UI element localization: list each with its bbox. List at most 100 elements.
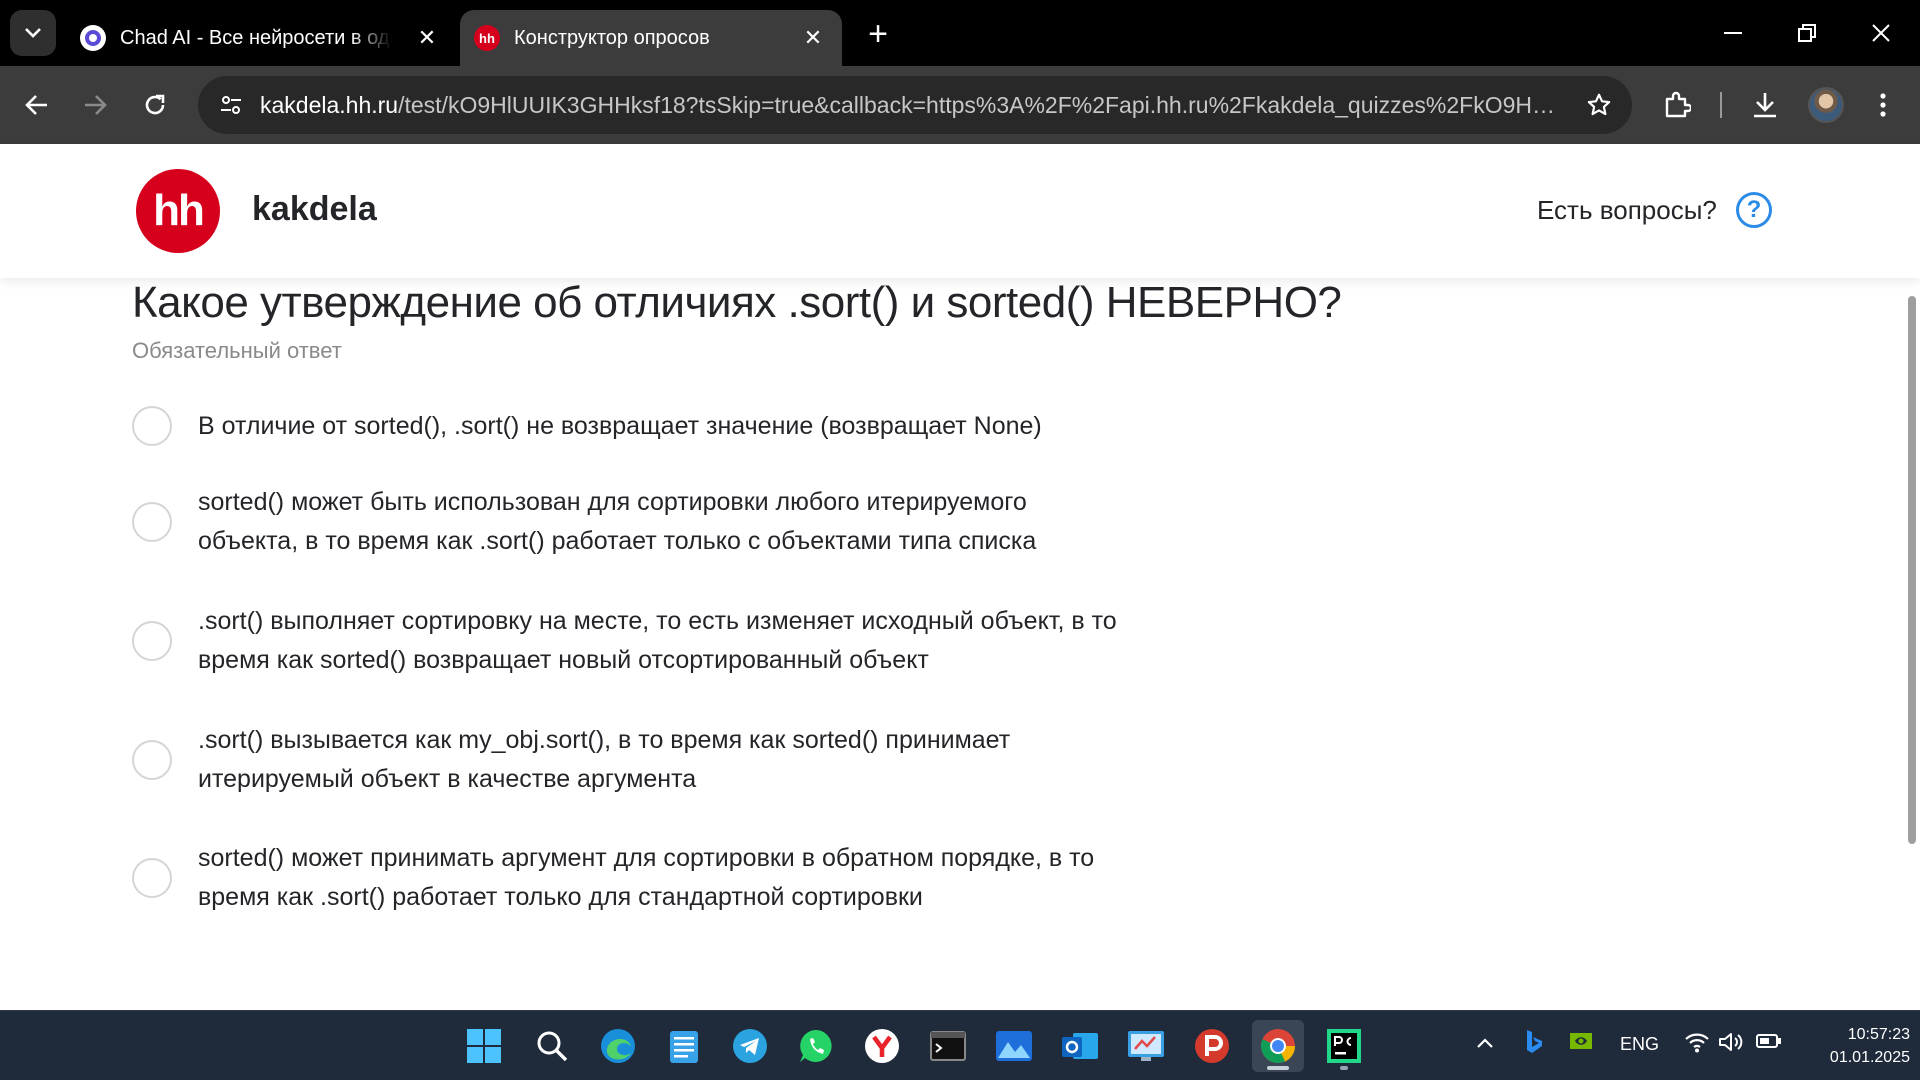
taskbar-whatsapp[interactable] xyxy=(790,1020,842,1072)
browser-toolbar: kakdela.hh.ru/test/kO9HlUUIK3GHHksf18?ts… xyxy=(0,66,1920,144)
hh-favicon-icon: hh xyxy=(474,25,500,51)
bookmark-button[interactable] xyxy=(1580,86,1618,124)
extensions-button[interactable] xyxy=(1656,84,1698,126)
radio-button[interactable] xyxy=(132,740,172,780)
reload-button[interactable] xyxy=(134,84,176,126)
tab-chad-ai[interactable]: Chad AI - Все нейросети в одном ✕ xyxy=(66,10,456,66)
taskbar-pycharm[interactable] xyxy=(1318,1020,1370,1072)
page-scrollbar[interactable] xyxy=(1908,296,1916,844)
url-path: /test/kO9HlUUIK3GHHksf18?tsSkip=true&cal… xyxy=(398,92,1560,118)
answer-option-label[interactable]: .sort() вызывается как my_obj.sort(), в … xyxy=(198,721,1128,799)
downloads-button[interactable] xyxy=(1744,84,1786,126)
tune-icon xyxy=(221,96,241,114)
taskbar-psiphon[interactable] xyxy=(1186,1020,1238,1072)
profile-avatar[interactable] xyxy=(1808,87,1844,123)
chevron-up-icon xyxy=(1477,1038,1493,1048)
answer-option[interactable]: .sort() вызывается как my_obj.sort(), в … xyxy=(132,721,1132,799)
taskbar-photos[interactable] xyxy=(988,1020,1040,1072)
clock-date: 01.01.2025 xyxy=(1829,1049,1910,1066)
taskbar-terminal[interactable] xyxy=(922,1020,974,1072)
taskbar-notepad[interactable] xyxy=(658,1020,710,1072)
search-icon xyxy=(537,1031,568,1062)
outlook-icon xyxy=(1062,1033,1098,1059)
forward-button[interactable] xyxy=(74,84,116,126)
new-tab-button[interactable]: + xyxy=(858,14,898,54)
toolbar-divider xyxy=(1720,92,1722,118)
close-window-button[interactable] xyxy=(1846,0,1916,66)
tray-volume[interactable] xyxy=(1718,1031,1746,1058)
required-label: Обязательный ответ xyxy=(132,338,342,363)
edge-icon xyxy=(601,1029,635,1063)
restore-icon xyxy=(1798,24,1816,42)
taskbar-clock[interactable]: 10:57:23 01.01.2025 xyxy=(1790,1023,1910,1069)
taskbar-outlook[interactable] xyxy=(1054,1020,1106,1072)
start-button[interactable] xyxy=(458,1020,510,1072)
radio-button[interactable] xyxy=(132,621,172,661)
url-text[interactable]: kakdela.hh.ru/test/kO9HlUUIK3GHHksf18?ts… xyxy=(260,92,1560,119)
tab-search-button[interactable] xyxy=(10,10,56,56)
answer-option[interactable]: sorted() может быть использован для сорт… xyxy=(132,483,1132,561)
answer-option[interactable]: .sort() выполняет сортировку на месте, т… xyxy=(132,602,1132,680)
tab-title: Конструктор опросов xyxy=(514,26,710,49)
address-bar[interactable]: kakdela.hh.ru/test/kO9HlUUIK3GHHksf18?ts… xyxy=(198,76,1632,134)
wifi-icon xyxy=(1685,1033,1709,1053)
notepad-icon xyxy=(670,1031,698,1063)
download-icon xyxy=(1754,93,1776,118)
clock-time: 10:57:23 xyxy=(1847,1026,1910,1043)
question-mark-icon[interactable]: ? xyxy=(1736,192,1772,228)
terminal-icon xyxy=(930,1031,966,1061)
yandex-browser-icon xyxy=(865,1029,899,1063)
arrow-right-icon xyxy=(85,95,107,115)
radio-button[interactable] xyxy=(132,406,172,446)
language-indicator[interactable]: ENG xyxy=(1620,1034,1659,1055)
tray-bing[interactable] xyxy=(1524,1029,1544,1060)
minimize-button[interactable] xyxy=(1698,0,1768,66)
taskbar-control-panel[interactable] xyxy=(1120,1020,1172,1072)
radio-button[interactable] xyxy=(132,502,172,542)
brand-name[interactable]: kakdela xyxy=(252,190,377,229)
minimize-icon xyxy=(1724,32,1742,34)
back-button[interactable] xyxy=(16,84,58,126)
battery-icon xyxy=(1756,1034,1781,1048)
answer-option-label[interactable]: sorted() может принимать аргумент для со… xyxy=(198,839,1128,917)
running-indicator xyxy=(1340,1066,1348,1070)
more-vertical-icon xyxy=(1880,93,1886,117)
tray-network[interactable] xyxy=(1684,1031,1710,1058)
help-link-text[interactable]: Есть вопросы? xyxy=(1537,195,1717,226)
site-settings-button[interactable] xyxy=(212,86,250,124)
close-icon[interactable]: ✕ xyxy=(798,23,828,53)
star-icon xyxy=(1587,93,1611,116)
url-host: kakdela.hh.ru xyxy=(260,92,399,118)
bing-icon xyxy=(1527,1030,1542,1053)
taskbar-search[interactable] xyxy=(526,1020,578,1072)
tray-overflow-button[interactable] xyxy=(1476,1033,1494,1054)
answer-option-label[interactable]: В отличие от sorted(), .sort() не возвра… xyxy=(198,407,1128,446)
tab-title: Chad AI - Все нейросети в одном xyxy=(120,26,392,49)
answer-option[interactable]: sorted() может принимать аргумент для со… xyxy=(132,839,1132,917)
chrome-icon xyxy=(1260,1029,1295,1063)
close-icon xyxy=(1872,24,1890,42)
taskbar-chrome[interactable] xyxy=(1252,1020,1304,1072)
answer-option-label[interactable]: sorted() может быть использован для сорт… xyxy=(198,483,1128,561)
tab-survey-builder[interactable]: hh Конструктор опросов ✕ xyxy=(460,10,842,66)
whatsapp-icon xyxy=(800,1030,832,1062)
site-header: hh kakdela Есть вопросы? ? xyxy=(0,144,1920,278)
radio-button[interactable] xyxy=(132,858,172,898)
reload-icon xyxy=(145,94,165,115)
question-title: Какое утверждение об отличиях .sort() и … xyxy=(132,278,1342,327)
tray-battery[interactable] xyxy=(1756,1033,1782,1054)
taskbar-telegram[interactable] xyxy=(724,1020,776,1072)
taskbar-edge[interactable] xyxy=(592,1020,644,1072)
answer-option-label[interactable]: .sort() выполняет сортировку на месте, т… xyxy=(198,602,1128,680)
volume-icon xyxy=(1719,1033,1743,1051)
pycharm-icon xyxy=(1327,1029,1361,1063)
chrome-menu-button[interactable] xyxy=(1862,84,1904,126)
restore-button[interactable] xyxy=(1772,0,1842,66)
answer-option[interactable]: В отличие от sorted(), .sort() не возвра… xyxy=(132,406,1132,446)
hh-logo[interactable]: hh xyxy=(136,169,220,253)
close-icon[interactable]: ✕ xyxy=(412,23,442,53)
tray-nvidia[interactable] xyxy=(1570,1033,1592,1054)
taskbar-yandex-browser[interactable] xyxy=(856,1020,908,1072)
windows-start-icon xyxy=(467,1029,501,1063)
psiphon-icon xyxy=(1195,1029,1229,1063)
